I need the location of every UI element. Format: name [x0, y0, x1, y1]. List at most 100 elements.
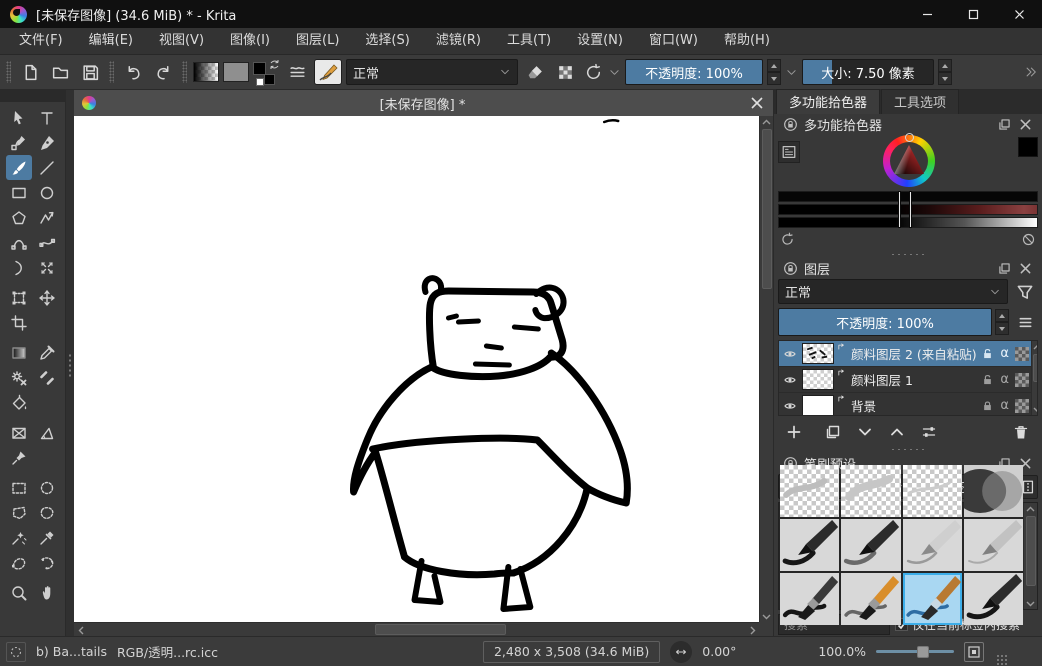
brush-preset-eraser-small[interactable] [903, 465, 962, 517]
spin-up-button[interactable] [767, 59, 781, 72]
toolbar-drag-handle[interactable] [6, 61, 11, 83]
layer-name[interactable]: 背景 [851, 396, 977, 415]
chevron-down-icon[interactable] [803, 427, 812, 436]
layer-visibility-icon[interactable] [781, 399, 799, 413]
canvas-horizontal-scrollbar[interactable] [74, 622, 759, 636]
scrollbar-thumb[interactable] [1026, 516, 1036, 586]
canvas[interactable] [74, 116, 759, 622]
close-docker-icon[interactable] [1018, 117, 1033, 132]
layer-opacity-slider[interactable]: 不透明度: 100% [778, 308, 992, 336]
toolbar-overflow-button[interactable] [1024, 65, 1038, 79]
tool-text[interactable] [34, 105, 60, 130]
delete-layer-button[interactable] [1006, 420, 1036, 444]
scroll-right-icon[interactable] [746, 624, 758, 636]
layer-thumbnail[interactable] [802, 369, 834, 390]
layer-alpha-lock-icon[interactable]: α [998, 372, 1012, 387]
tool-measure[interactable] [34, 420, 60, 445]
layer-row[interactable]: 颜料图层 2 (来自粘贴)α [779, 341, 1031, 367]
foreground-background-colors[interactable] [253, 59, 280, 86]
color-profile[interactable]: RGB/透明...rc.icc [117, 642, 218, 661]
tool-select-bezier[interactable] [6, 550, 32, 575]
new-document-button[interactable] [17, 59, 43, 85]
value-bar[interactable] [778, 217, 1038, 228]
menu-item-2[interactable]: 视图(V) [146, 28, 217, 54]
layer-list-scrollbar[interactable] [1031, 341, 1038, 415]
layer-thumbnail[interactable] [802, 343, 834, 364]
canvas-rotation-angle[interactable]: 0.00° [702, 644, 736, 659]
toolbar-drag-handle[interactable] [182, 61, 187, 83]
close-canvas-icon[interactable] [749, 95, 765, 111]
brush-preset-ink-brush[interactable] [841, 519, 900, 571]
tool-rectangle[interactable] [6, 180, 32, 205]
tool-ellipse[interactable] [34, 180, 60, 205]
layer-inherit-alpha-icon[interactable] [1015, 373, 1029, 387]
gradient-chooser-button[interactable] [193, 62, 219, 82]
menu-item-0[interactable]: 文件(F) [6, 28, 76, 54]
menu-item-10[interactable]: 帮助(H) [711, 28, 783, 54]
tab-tool-options[interactable]: 工具选项 [881, 89, 959, 114]
tool-freehand-brush[interactable] [6, 155, 32, 180]
zoom-percentage[interactable]: 100.0% [818, 644, 866, 659]
docker-lock-icon[interactable] [783, 261, 798, 276]
layer-name[interactable]: 颜料图层 2 (来自粘贴) [851, 344, 977, 363]
size-spinbox[interactable] [938, 59, 952, 85]
open-document-button[interactable] [47, 59, 73, 85]
background-color-swatch[interactable] [256, 78, 264, 86]
tool-bezier-curve[interactable] [6, 230, 32, 255]
layer-blending-mode-dropdown[interactable]: 正常 [778, 279, 1008, 304]
saturation-value-triangle[interactable] [891, 144, 927, 178]
opacity-slider[interactable]: 不透明度: 100% [625, 59, 763, 85]
duplicate-layer-button[interactable] [818, 420, 848, 444]
brush-preset-eraser-round[interactable] [841, 465, 900, 517]
layer-lock-icon[interactable] [980, 372, 995, 387]
tool-gradient[interactable] [6, 340, 32, 365]
save-button[interactable] [77, 59, 103, 85]
docker-resize-handle[interactable] [774, 445, 1042, 453]
tool-smart-patch[interactable] [34, 365, 60, 390]
brush-preset-ballpoint[interactable] [964, 519, 1023, 571]
menu-item-8[interactable]: 设置(N) [564, 28, 636, 54]
scroll-down-icon[interactable] [1025, 597, 1037, 609]
brush-size-slider[interactable]: 大小: 7.50 像素 [802, 59, 934, 85]
scrollbar-thumb[interactable] [375, 624, 505, 635]
eraser-mode-button[interactable] [522, 59, 548, 85]
current-brush-name[interactable]: b) Ba...tails [36, 644, 107, 659]
layer-lock-icon[interactable] [980, 398, 995, 413]
tool-multibrush[interactable] [34, 255, 60, 280]
tool-crop[interactable] [6, 310, 32, 335]
color-settings-button[interactable] [778, 141, 800, 163]
tool-select-contiguous[interactable] [34, 525, 60, 550]
canvas-vertical-scrollbar[interactable] [759, 116, 773, 622]
saturation-bar[interactable] [778, 204, 1038, 215]
chevron-down-icon[interactable] [608, 66, 621, 79]
brush-grid-scrollbar[interactable] [1023, 503, 1037, 609]
zoom-fit-button[interactable] [964, 642, 984, 662]
layer-options-menu-icon[interactable] [1012, 309, 1038, 335]
blending-mode-dropdown[interactable]: 正常 [346, 59, 518, 85]
docker-splitter[interactable] [66, 90, 74, 636]
brush-preset-wet-paint-selected[interactable] [903, 573, 962, 625]
chevron-down-icon[interactable] [785, 66, 798, 79]
tool-reference-images[interactable] [6, 445, 32, 470]
toolbar-drag-handle[interactable] [109, 61, 114, 83]
tool-polygon[interactable] [6, 205, 32, 230]
tool-select-elliptical[interactable] [34, 475, 60, 500]
tool-select-similar[interactable] [6, 525, 32, 550]
selection-mode-icon[interactable] [6, 642, 26, 662]
menu-item-3[interactable]: 图像(I) [217, 28, 283, 54]
menu-item-7[interactable]: 工具(T) [494, 28, 564, 54]
spin-up-button[interactable] [995, 309, 1009, 322]
scroll-left-icon[interactable] [75, 624, 87, 636]
tool-select-rectangular[interactable] [6, 475, 32, 500]
pattern-chooser-button[interactable] [223, 62, 249, 82]
reload-preset-button[interactable] [582, 59, 604, 85]
menu-item-9[interactable]: 窗口(W) [636, 28, 711, 54]
zoom-slider[interactable] [876, 645, 954, 659]
tool-select-polygonal[interactable] [6, 500, 32, 525]
tool-enclose-fill[interactable] [6, 420, 32, 445]
window-resize-grip[interactable] [996, 654, 1008, 666]
tool-transform[interactable] [6, 285, 32, 310]
layer-inherit-alpha-icon[interactable] [1015, 347, 1029, 361]
toolbox-titlebar[interactable] [0, 90, 65, 102]
scroll-up-icon[interactable] [761, 116, 773, 128]
